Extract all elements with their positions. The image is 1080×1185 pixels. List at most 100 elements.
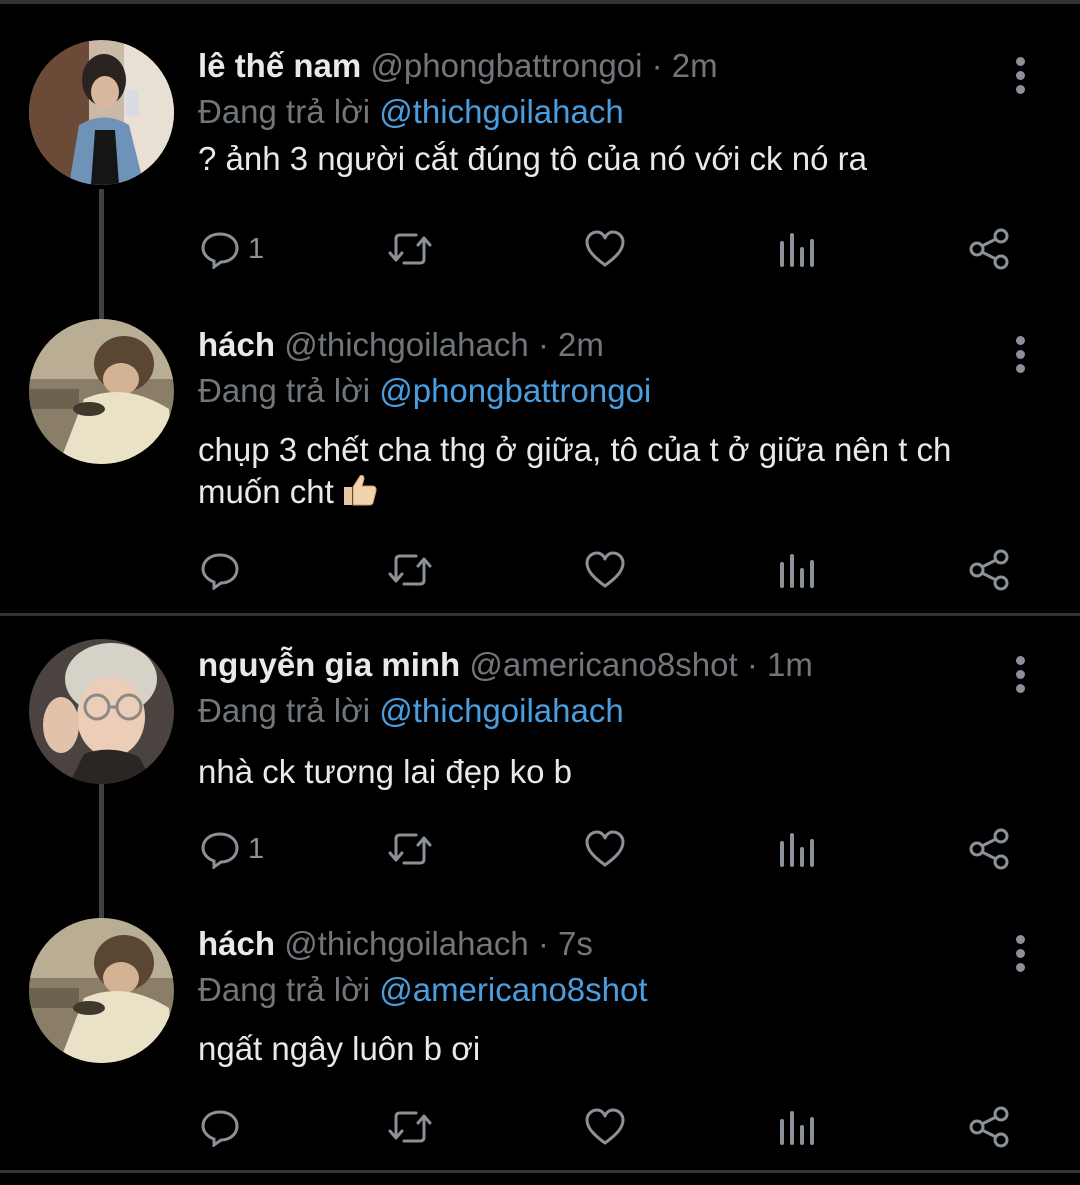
thread-line [99,189,104,319]
share-icon [969,228,1009,270]
replying-to: Đang trả lời @thichgoilahach [198,689,624,733]
replying-to: Đang trả lời @thichgoilahach [198,90,624,134]
thread-line [99,784,104,920]
tweet-text-line: chụp 3 chết cha thg ở giữa, tô của t ở g… [198,431,952,468]
action-bar: 1 [198,224,1028,274]
replying-to-label: Đang trả lời [198,93,371,130]
replying-to-label: Đang trả lời [198,372,371,409]
share-button[interactable] [968,1102,1010,1152]
like-icon [585,830,625,867]
like-button[interactable] [584,224,626,274]
like-icon [585,1108,625,1145]
top-border [0,0,1080,4]
user-handle[interactable]: @thichgoilahach [284,925,529,962]
separator-dot: · [746,646,758,683]
like-button[interactable] [584,824,626,874]
conversation-divider [0,613,1080,616]
share-button[interactable] [968,224,1010,274]
retweet-button[interactable] [386,824,434,874]
tweet-text-fragment: muốn cht [198,473,334,510]
reply-icon [201,1110,239,1147]
tweet-text: ngất ngây luôn b ơi [198,1030,481,1067]
more-options-icon[interactable] [1004,932,1038,976]
share-button[interactable] [968,545,1010,595]
mention-link[interactable]: @phongbattrongoi [379,372,651,409]
share-icon [969,828,1009,870]
more-options-icon[interactable] [1004,54,1038,98]
replying-to-label: Đang trả lời [198,692,371,729]
avatar[interactable] [29,40,174,185]
display-name[interactable]: lê thế nam [198,47,361,84]
avatar[interactable] [29,319,174,464]
retweet-button[interactable] [386,224,434,274]
tweet-header: hách @thichgoilahach · 7s [198,922,593,966]
analytics-icon [780,1111,814,1145]
retweet-icon [388,233,432,265]
separator-dot: · [651,47,663,84]
separator-dot: · [537,326,549,363]
display-name[interactable]: hách [198,326,275,363]
reply-icon [201,832,239,869]
avatar[interactable] [29,639,174,784]
reply-count: 1 [248,232,265,265]
reply-button[interactable]: 1 [200,224,264,274]
tweet-4[interactable]: hách @thichgoilahach · 7s Đang trả lời @… [0,918,1080,1167]
action-bar [198,1102,1028,1152]
reply-button[interactable] [200,1102,248,1152]
tweet-text-line: muốn cht [198,471,1018,513]
like-icon [585,551,625,588]
retweet-button[interactable] [386,545,434,595]
replying-to: Đang trả lời @phongbattrongoi [198,369,651,413]
share-button[interactable] [968,824,1010,874]
replying-to-label: Đang trả lời [198,971,371,1008]
analytics-icon [780,833,814,867]
reply-button[interactable]: 1 [200,824,264,874]
tweet-1[interactable]: lê thế nam @phongbattrongoi · 2m Đang tr… [0,40,1080,319]
reply-count: 1 [248,832,265,865]
more-options-icon[interactable] [1004,333,1038,377]
more-options-icon[interactable] [1004,653,1038,697]
action-bar [198,545,1028,595]
analytics-button[interactable] [778,224,816,274]
display-name[interactable]: hách [198,925,275,962]
share-icon [969,549,1009,591]
retweet-button[interactable] [386,1102,434,1152]
analytics-button[interactable] [778,824,816,874]
analytics-icon [780,554,814,588]
mention-link[interactable]: @thichgoilahach [379,93,624,130]
action-bar: 1 [198,824,1028,874]
reply-icon [201,553,239,590]
reply-icon [201,232,239,269]
timestamp[interactable]: 2m [558,326,604,363]
retweet-icon [388,554,432,586]
display-name[interactable]: nguyễn gia minh [198,646,460,683]
share-icon [969,1106,1009,1148]
thumbs-up-emoji [340,473,378,507]
conversation-divider [0,1170,1080,1173]
separator-dot: · [537,925,549,962]
user-handle[interactable]: @americano8shot [469,646,737,683]
tweet-header: nguyễn gia minh @americano8shot · 1m [198,643,813,687]
user-handle[interactable]: @phongbattrongoi [370,47,642,84]
tweet-header: lê thế nam @phongbattrongoi · 2m [198,44,718,88]
tweet-header: hách @thichgoilahach · 2m [198,323,604,367]
timestamp[interactable]: 2m [672,47,718,84]
like-button[interactable] [584,1102,626,1152]
mention-link[interactable]: @thichgoilahach [379,692,624,729]
tweet-3[interactable]: nguyễn gia minh @americano8shot · 1m Đan… [0,639,1080,920]
like-button[interactable] [584,545,626,595]
tweet-text: ? ảnh 3 người cắt đúng tô của nó với ck … [198,140,867,177]
retweet-icon [388,1111,432,1143]
mention-link[interactable]: @americano8shot [379,971,647,1008]
tweet-2[interactable]: hách @thichgoilahach · 2m Đang trả lời @… [0,319,1080,603]
tweet-text: chụp 3 chết cha thg ở giữa, tô của t ở g… [198,429,1018,513]
analytics-button[interactable] [778,1102,816,1152]
timestamp[interactable]: 7s [558,925,593,962]
user-handle[interactable]: @thichgoilahach [284,326,529,363]
timestamp[interactable]: 1m [767,646,813,683]
like-icon [585,230,625,267]
avatar[interactable] [29,918,174,1063]
reply-button[interactable] [200,545,248,595]
retweet-icon [388,833,432,865]
analytics-button[interactable] [778,545,816,595]
